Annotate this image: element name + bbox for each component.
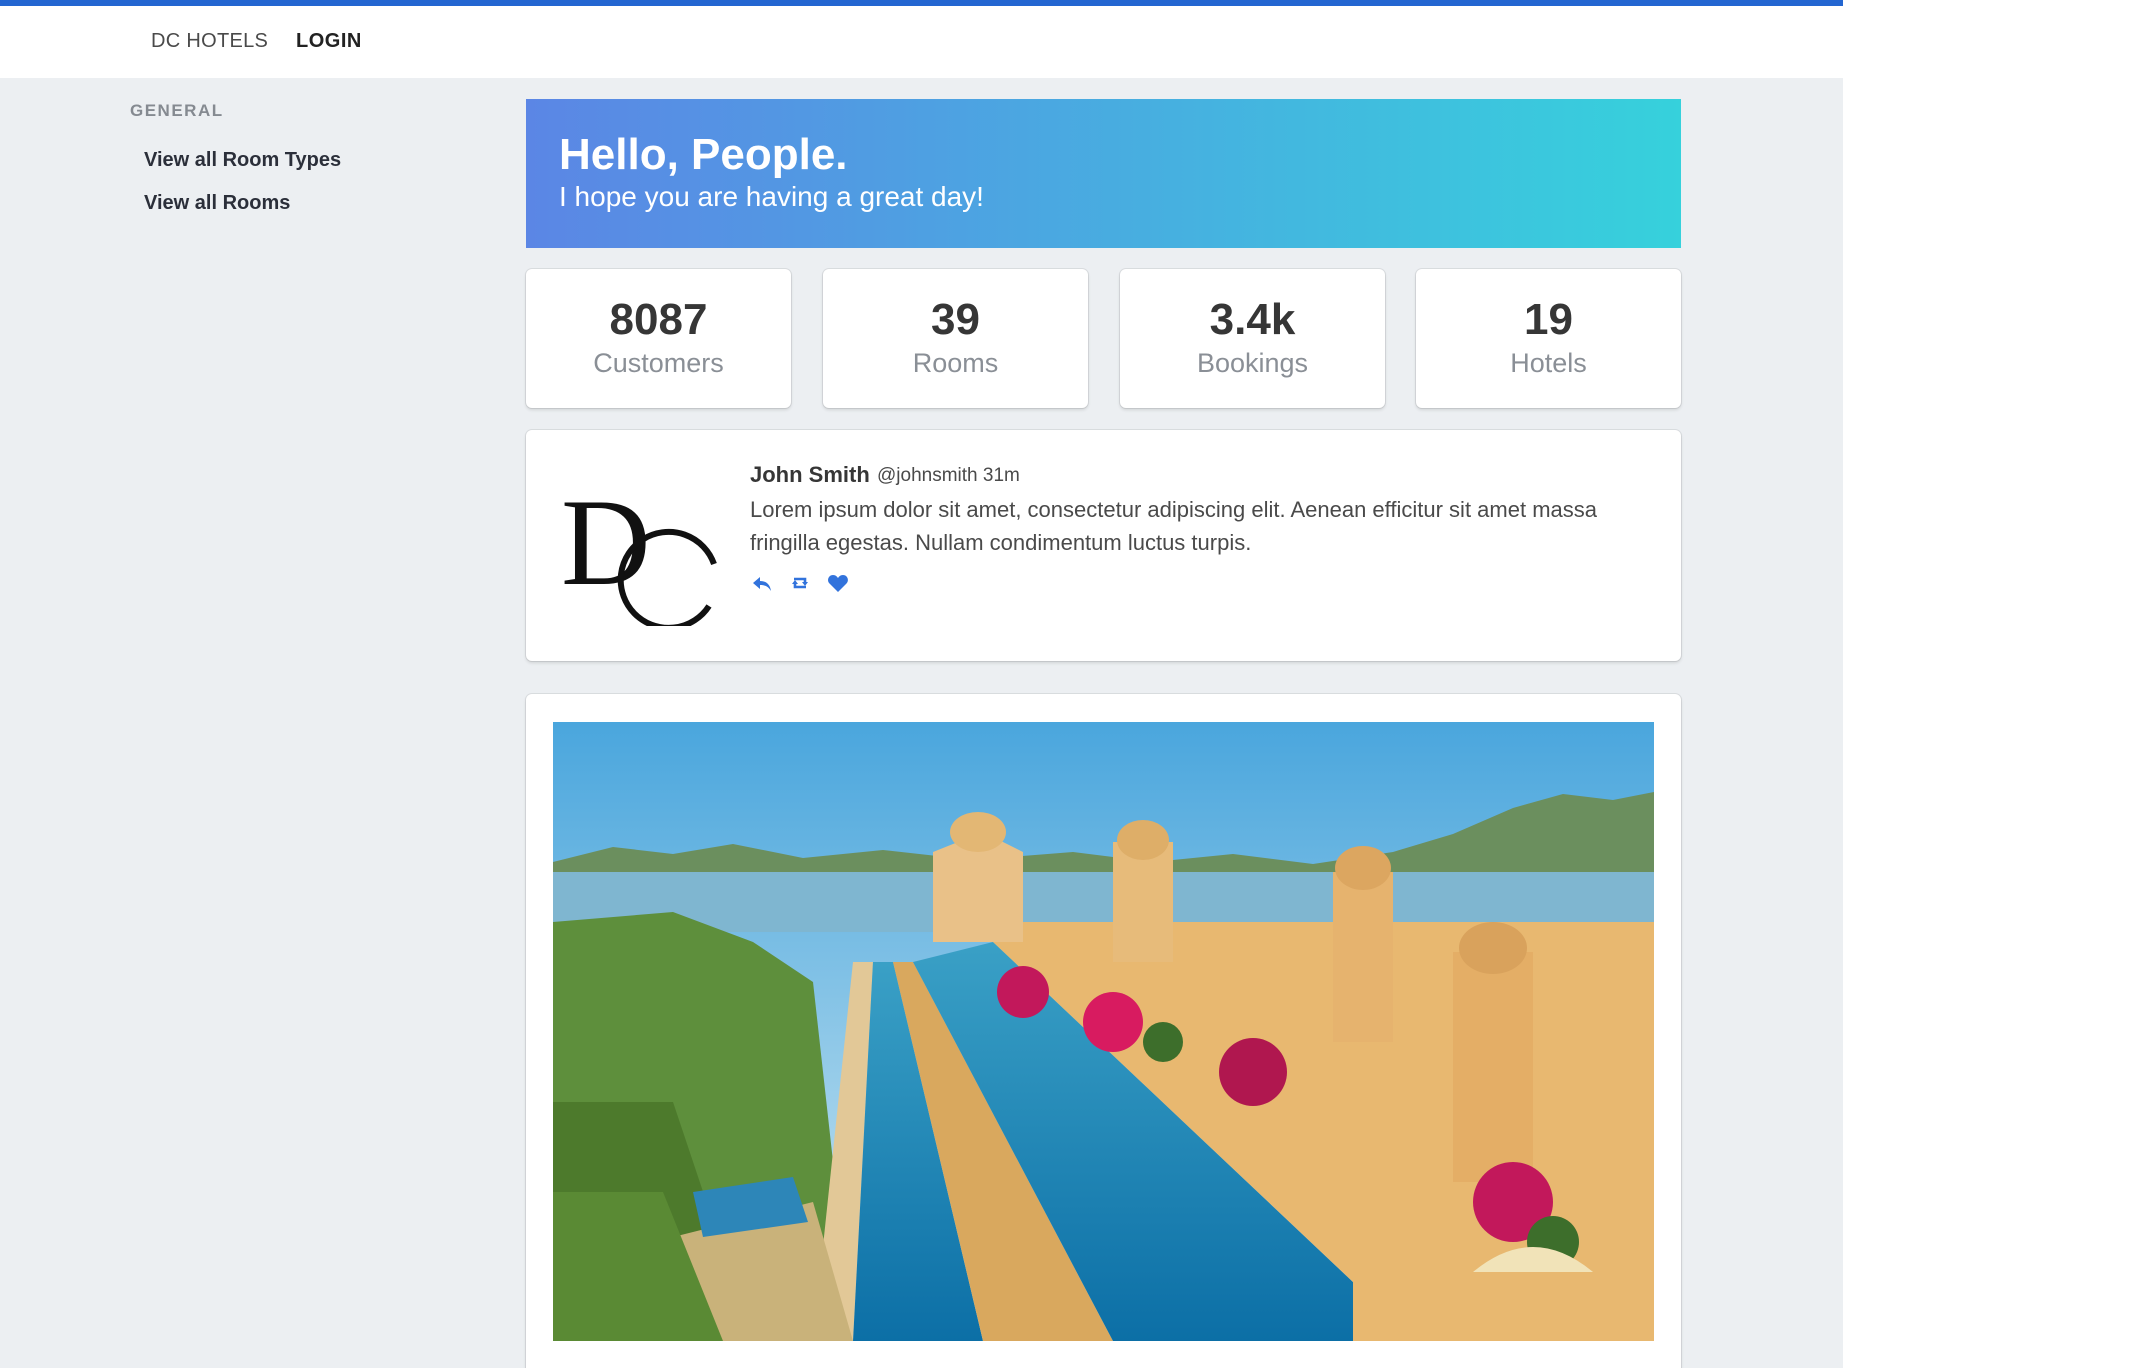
hero-title: Hello, People. (559, 130, 848, 179)
stat-value: 8087 (609, 295, 708, 344)
top-navbar: DC HOTELS LOGIN (0, 0, 1843, 78)
stat-value: 19 (1524, 295, 1573, 344)
stat-label: Customers (593, 348, 724, 378)
stat-value: 3.4k (1209, 295, 1296, 344)
stat-card-hotels: 19 Hotels (1416, 269, 1681, 408)
brand-link[interactable]: DC HOTELS (151, 30, 268, 53)
hotel-image-card (526, 694, 1681, 1368)
post-text: Lorem ipsum dolor sit amet, consectetur … (750, 497, 1597, 555)
sidebar-heading: GENERAL (130, 101, 224, 120)
retweet-icon[interactable] (788, 571, 812, 595)
login-link[interactable]: LOGIN (296, 30, 362, 53)
post-meta: @johnsmith 31m (877, 465, 1020, 486)
stat-value: 39 (931, 295, 980, 344)
dc-logo: D (561, 474, 717, 626)
heart-icon[interactable] (826, 571, 850, 595)
stat-label: Hotels (1510, 348, 1587, 378)
post-card: D John Smith @johnsmith 31m Lorem ipsum … (526, 430, 1681, 661)
reply-icon[interactable] (750, 571, 774, 595)
sidebar-item-room-types[interactable]: View all Room Types (144, 149, 341, 172)
stat-label: Rooms (912, 348, 999, 378)
hero-subtitle: I hope you are having a great day! (559, 181, 984, 212)
stat-card-rooms: 39 Rooms (823, 269, 1088, 408)
hotel-photo (553, 722, 1654, 1341)
stat-card-bookings: 3.4k Bookings (1120, 269, 1385, 408)
sidebar-item-rooms[interactable]: View all Rooms (144, 192, 290, 215)
welcome-hero: Hello, People. I hope you are having a g… (526, 99, 1681, 248)
app-window: DC HOTELS LOGIN GENERAL View all Room Ty… (0, 0, 1843, 1368)
stat-label: Bookings (1196, 348, 1309, 378)
post-author[interactable]: John Smith (750, 462, 870, 488)
stat-card-customers: 8087 Customers (526, 269, 791, 408)
